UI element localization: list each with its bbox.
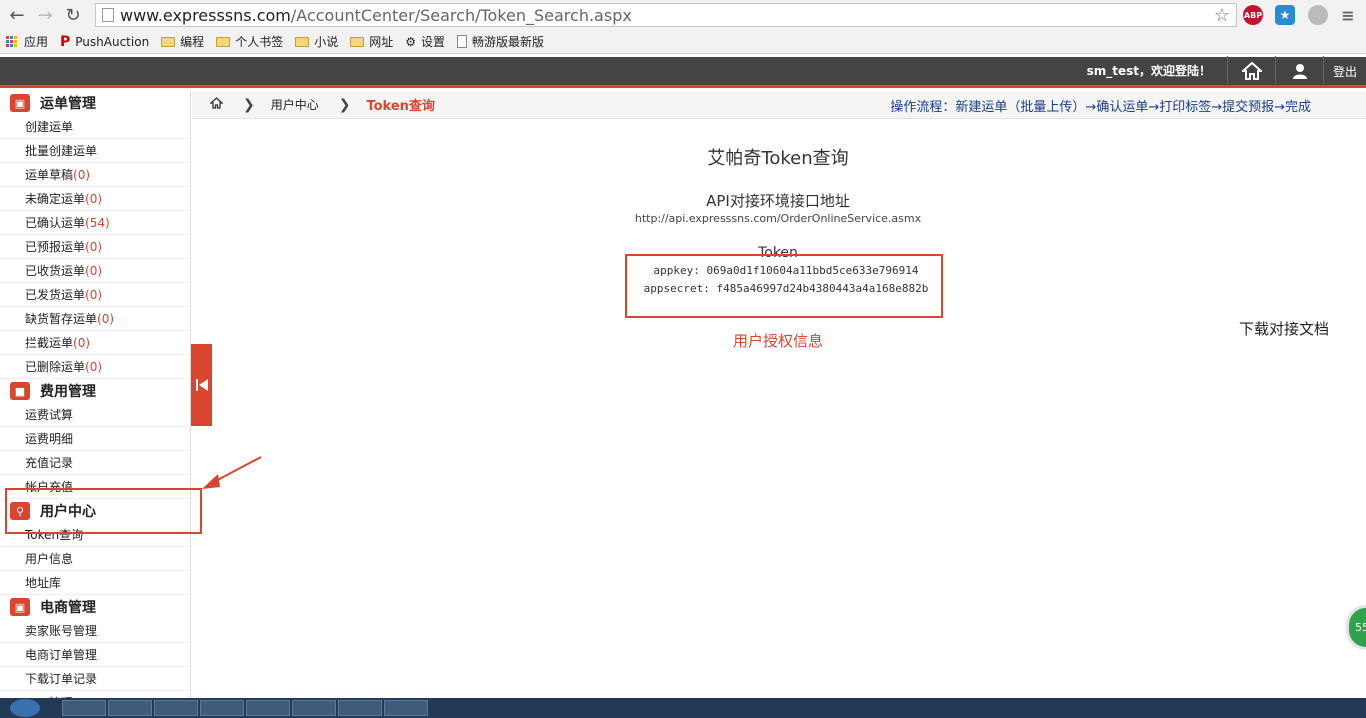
welcome-text: sm_test，欢迎登陆！	[1087, 55, 1228, 87]
sidebar-item-seller-accounts[interactable]: 卖家账号管理	[0, 619, 190, 643]
download-docs-link[interactable]: 下载对接文档	[1239, 318, 1329, 339]
chevron-right-icon: ❯	[243, 96, 255, 113]
bookmark-latest[interactable]: 畅游版最新版	[457, 33, 544, 50]
page-icon	[457, 35, 468, 48]
user-authorization-link[interactable]: 用户授权信息	[212, 330, 1344, 351]
sidebar-group-fees[interactable]: ■ 费用管理	[0, 379, 190, 403]
bookmark-star-icon[interactable]: ☆	[1214, 5, 1230, 26]
taskbar-item[interactable]	[384, 700, 428, 716]
taskbar-item[interactable]	[108, 700, 152, 716]
taskbar-item[interactable]	[200, 700, 244, 716]
sidebar-group-waybill[interactable]: ▣ 运单管理	[0, 91, 190, 115]
site-header: sm_test，欢迎登陆！ 登出	[0, 55, 1366, 88]
bookmark-pushauction[interactable]: P PushAuction	[60, 34, 149, 50]
menu-icon[interactable]: ≡	[1338, 5, 1358, 25]
truck-icon: ▣	[10, 94, 30, 112]
sidebar-item-fee-detail[interactable]: 运费明细	[0, 427, 190, 451]
main-content: 艾帕奇Token查询 API对接环境接口地址 http://api.expres…	[212, 120, 1366, 698]
taskbar-item[interactable]	[154, 700, 198, 716]
adblock-icon[interactable]: ABP	[1243, 5, 1263, 25]
taskbar-item[interactable]	[292, 700, 336, 716]
back-icon[interactable]: ←	[6, 4, 28, 26]
sidebar-item-confirmed[interactable]: 已确认运单 (54)	[0, 211, 190, 235]
reload-icon[interactable]: ↻	[62, 4, 84, 26]
url-path: /AccountCenter/Search/Token_Search.aspx	[290, 5, 632, 25]
api-url: http://api.expresssns.com/OrderOnlineSer…	[634, 212, 922, 225]
appkey-row: appkey: 069a0d1f10604a11bbd5ce633e796914	[627, 264, 945, 277]
breadcrumb-token-query: Token查询	[366, 99, 435, 114]
bookmark-folder-sites[interactable]: 网址	[350, 33, 393, 50]
sidebar-item-draft[interactable]: 运单草稿 (0)	[0, 163, 190, 187]
bookmark-apps[interactable]: 应用	[6, 33, 48, 50]
sidebar-item-fee-estimate[interactable]: 运费试算	[0, 403, 190, 427]
bookmarks-bar: 应用 P PushAuction 编程 个人书签 小说 网址 ⚙ 设置 畅游版最…	[0, 30, 1366, 54]
user-icon[interactable]	[1276, 55, 1324, 87]
breadcrumb: ❯ 用户中心 ❯ Token查询 操作流程：新建运单（批量上传）→确认运单→打印…	[192, 91, 1366, 119]
taskbar-item[interactable]	[246, 700, 290, 716]
sidebar-item-download-records[interactable]: 下载订单记录	[0, 667, 190, 691]
sidebar-group-ecommerce[interactable]: ▣ 电商管理	[0, 595, 190, 619]
truck-icon: ▣	[10, 598, 30, 616]
annotation-highlight-box	[5, 488, 202, 534]
token-box: appkey: 069a0d1f10604a11bbd5ce633e796914…	[625, 254, 943, 318]
sidebar-item-shipped[interactable]: 已发货运单 (0)	[0, 283, 190, 307]
forward-icon[interactable]: →	[34, 4, 56, 26]
appsecret-row: appsecret: f485a46997d24b4380443a4a168e8…	[627, 282, 945, 295]
folder-icon	[350, 36, 365, 47]
bookmark-settings[interactable]: ⚙ 设置	[405, 33, 445, 50]
taskbar-item[interactable]	[338, 700, 382, 716]
bookmark-folder-novel[interactable]: 小说	[295, 33, 338, 50]
logout-button[interactable]: 登出	[1324, 63, 1366, 80]
sidebar-item-recharge-record[interactable]: 充值记录	[0, 451, 190, 475]
gear-icon: ⚙	[405, 34, 416, 49]
address-bar[interactable]: www.expresssns.com/AccountCenter/Search/…	[95, 3, 1237, 27]
money-icon: ■	[10, 382, 30, 400]
chevron-right-icon: ❯	[338, 96, 351, 113]
home-icon[interactable]	[1228, 55, 1276, 87]
appkey-value: 069a0d1f10604a11bbd5ce633e796914	[706, 264, 919, 277]
home-icon[interactable]	[209, 96, 224, 113]
page-icon	[102, 8, 114, 22]
appkey-label: appkey:	[653, 264, 700, 277]
collapse-sidebar-button[interactable]	[191, 344, 212, 426]
sidebar-item-forecast[interactable]: 已预报运单 (0)	[0, 235, 190, 259]
folder-icon	[216, 36, 231, 47]
sidebar-item-create-waybill[interactable]: 创建运单	[0, 115, 190, 139]
api-label: API对接环境接口地址	[706, 192, 850, 210]
start-button[interactable]	[10, 699, 40, 717]
bookmark-folder-coding[interactable]: 编程	[161, 33, 204, 50]
sidebar-item-intercepted[interactable]: 拦截运单 (0)	[0, 331, 190, 355]
folder-icon	[161, 36, 176, 47]
workflow-text: 操作流程：新建运单（批量上传）→确认运单→打印标签→提交预报→完成	[890, 100, 1311, 115]
sidebar: ▣ 运单管理 创建运单 批量创建运单 运单草稿 (0) 未确定运单 (0) 已确认运…	[0, 91, 191, 715]
bookmark-folder-personal[interactable]: 个人书签	[216, 33, 283, 50]
apps-grid-icon	[6, 35, 18, 48]
sidebar-item-out-of-stock[interactable]: 缺货暂存运单 (0)	[0, 307, 190, 331]
sidebar-item-deleted[interactable]: 已删除运单 (0)	[0, 355, 190, 379]
sidebar-item-address-book[interactable]: 地址库	[0, 571, 190, 595]
breadcrumb-user-center[interactable]: 用户中心	[271, 96, 319, 113]
page-title: 艾帕奇Token查询	[707, 148, 849, 169]
taskbar	[0, 698, 1366, 718]
annotation-arrow	[202, 456, 262, 489]
sidebar-item-batch-create[interactable]: 批量创建运单	[0, 139, 190, 163]
bookmark-extension-icon[interactable]: ★	[1275, 5, 1295, 25]
extension-icon[interactable]	[1308, 5, 1328, 25]
folder-icon	[295, 36, 310, 47]
sidebar-item-user-info[interactable]: 用户信息	[0, 547, 190, 571]
url-host: www.expresssns.com	[120, 5, 291, 25]
sidebar-item-ecommerce-orders[interactable]: 电商订单管理	[0, 643, 190, 667]
taskbar-item[interactable]	[62, 700, 106, 716]
sidebar-item-unconfirmed[interactable]: 未确定运单 (0)	[0, 187, 190, 211]
appsecret-value: f485a46997d24b4380443a4a168e882b	[716, 282, 929, 295]
sidebar-item-received[interactable]: 已收货运单 (0)	[0, 259, 190, 283]
pushauction-icon: P	[60, 33, 71, 50]
appsecret-label: appsecret:	[643, 282, 710, 295]
